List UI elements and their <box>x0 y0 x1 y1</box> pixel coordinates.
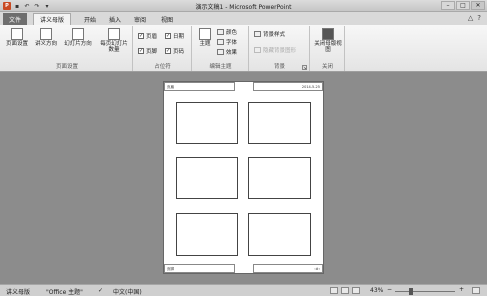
fonts-icon <box>217 39 224 45</box>
themes-icon <box>199 28 211 40</box>
language-indicator[interactable]: 中文(中国) <box>113 287 142 296</box>
tab-view[interactable]: 视图 <box>157 13 177 25</box>
footer-placeholder[interactable]: 页脚 <box>164 264 235 273</box>
reading-view-icon[interactable] <box>352 287 360 294</box>
maximize-icon[interactable]: □ <box>456 1 470 10</box>
help-icon[interactable]: ? <box>477 14 481 22</box>
handout-orientation-icon <box>40 28 52 40</box>
group-label-close: 关闭 <box>321 64 333 70</box>
group-label-edit-theme: 编辑主题 <box>209 64 232 70</box>
group-label-page-setup: 页面设置 <box>55 64 78 70</box>
theme-colors-button[interactable]: 颜色 <box>217 28 237 36</box>
zoom-level[interactable]: 43% <box>370 287 383 294</box>
zoom-slider-thumb[interactable] <box>409 288 413 295</box>
date-placeholder[interactable]: 2014-5-25 <box>253 82 323 91</box>
header-checkbox[interactable]: ✓ 页眉 <box>138 32 157 40</box>
checkbox-icon: ✓ <box>138 33 144 39</box>
window-title: 演示文稿1 - Microsoft PowerPoint <box>195 4 292 11</box>
group-close: 关闭母版视图 关闭 <box>311 26 345 71</box>
minimize-ribbon-icon[interactable]: △ <box>468 14 473 22</box>
zoom-in-icon[interactable]: + <box>459 286 464 293</box>
ribbon-tabs: 文件 讲义母版 开始 插入 审阅 视图 △ ? <box>0 12 487 25</box>
slides-per-page-icon <box>108 28 120 40</box>
close-master-icon <box>322 28 334 40</box>
page-number-checkbox[interactable]: ✓ 页码 <box>165 47 184 55</box>
slide-orientation-icon <box>72 28 84 40</box>
colors-icon <box>217 29 224 35</box>
theme-indicator[interactable]: "Office 主题" <box>46 287 83 296</box>
tab-home[interactable]: 开始 <box>80 13 100 25</box>
themes-button[interactable]: 主题 <box>196 28 214 47</box>
hide-background-graphics-checkbox[interactable]: 隐藏背景图形 <box>254 46 296 54</box>
checkbox-icon: ✓ <box>165 33 171 39</box>
handout-orientation-button[interactable]: 讲义方向 <box>33 28 59 47</box>
group-label-background: 背景 <box>273 64 285 70</box>
tab-handout-master[interactable]: 讲义母版 <box>33 13 71 25</box>
close-master-view-button[interactable]: 关闭母版视图 <box>314 28 342 53</box>
view-indicator: 讲义母版 <box>6 289 31 296</box>
group-page-setup: 页面设置 讲义方向 幻灯片方向 每页幻灯片数量 页面设置 <box>2 26 133 71</box>
checkbox-icon: ✓ <box>165 48 171 54</box>
date-checkbox[interactable]: ✓ 日期 <box>165 32 184 40</box>
theme-fonts-button[interactable]: 字体 <box>217 38 237 46</box>
group-background: 背景样式 隐藏背景图形 ↘ 背景 <box>250 26 310 71</box>
page-number-placeholder[interactable]: ‹#› <box>253 264 323 273</box>
slide-thumbnail[interactable] <box>176 213 238 256</box>
status-bar: 讲义母版 "Office 主题" ✓ 中文(中国) 43% − + <box>0 284 487 296</box>
tab-insert[interactable]: 插入 <box>105 13 125 25</box>
title-bar: P ▪ ↶ ↷ ▾ 演示文稿1 - Microsoft PowerPoint –… <box>0 0 487 12</box>
group-placeholders: ✓ 页眉 ✓ 日期 ✓ 页脚 ✓ 页码 占位符 <box>134 26 192 71</box>
handout-page: 页眉 2014-5-25 页脚 ‹#› <box>163 81 324 274</box>
group-edit-theme: 主题 颜色 字体 效果 编辑主题 <box>193 26 249 71</box>
slides-per-page-button[interactable]: 每页幻灯片数量 <box>98 28 130 53</box>
zoom-slider[interactable] <box>395 291 455 292</box>
ribbon: 页面设置 讲义方向 幻灯片方向 每页幻灯片数量 页面设置 ✓ 页眉 ✓ 日期 ✓ 页脚… <box>0 25 487 72</box>
close-icon[interactable]: ✕ <box>471 1 485 10</box>
footer-checkbox[interactable]: ✓ 页脚 <box>138 47 157 55</box>
slide-sorter-icon[interactable] <box>341 287 349 294</box>
slide-thumbnail[interactable] <box>248 213 311 256</box>
effects-icon <box>217 49 224 55</box>
tab-file[interactable]: 文件 <box>3 13 27 25</box>
theme-effects-button[interactable]: 效果 <box>217 48 237 56</box>
window-controls: – □ ✕ <box>441 1 485 10</box>
spell-check-icon[interactable]: ✓ <box>98 287 103 294</box>
checkbox-icon: ✓ <box>138 48 144 54</box>
page-setup-icon <box>11 28 23 40</box>
slide-thumbnail[interactable] <box>248 157 311 199</box>
workspace: 页眉 2014-5-25 页脚 ‹#› <box>0 72 487 284</box>
page-setup-button[interactable]: 页面设置 <box>5 28 29 47</box>
background-styles-button[interactable]: 背景样式 <box>254 30 285 38</box>
slide-orientation-button[interactable]: 幻灯片方向 <box>62 28 94 47</box>
zoom-out-icon[interactable]: − <box>387 286 392 293</box>
fit-to-window-icon[interactable] <box>472 287 480 294</box>
slide-thumbnail[interactable] <box>248 102 311 144</box>
slide-thumbnail[interactable] <box>176 102 238 144</box>
group-label-placeholders: 占位符 <box>154 64 171 70</box>
tab-review[interactable]: 审阅 <box>130 13 150 25</box>
background-styles-icon <box>254 31 261 37</box>
slide-thumbnail[interactable] <box>176 157 238 199</box>
checkbox-icon <box>254 47 261 53</box>
minimize-icon[interactable]: – <box>441 1 455 10</box>
normal-view-icon[interactable] <box>330 287 338 294</box>
header-placeholder[interactable]: 页眉 <box>164 82 235 91</box>
